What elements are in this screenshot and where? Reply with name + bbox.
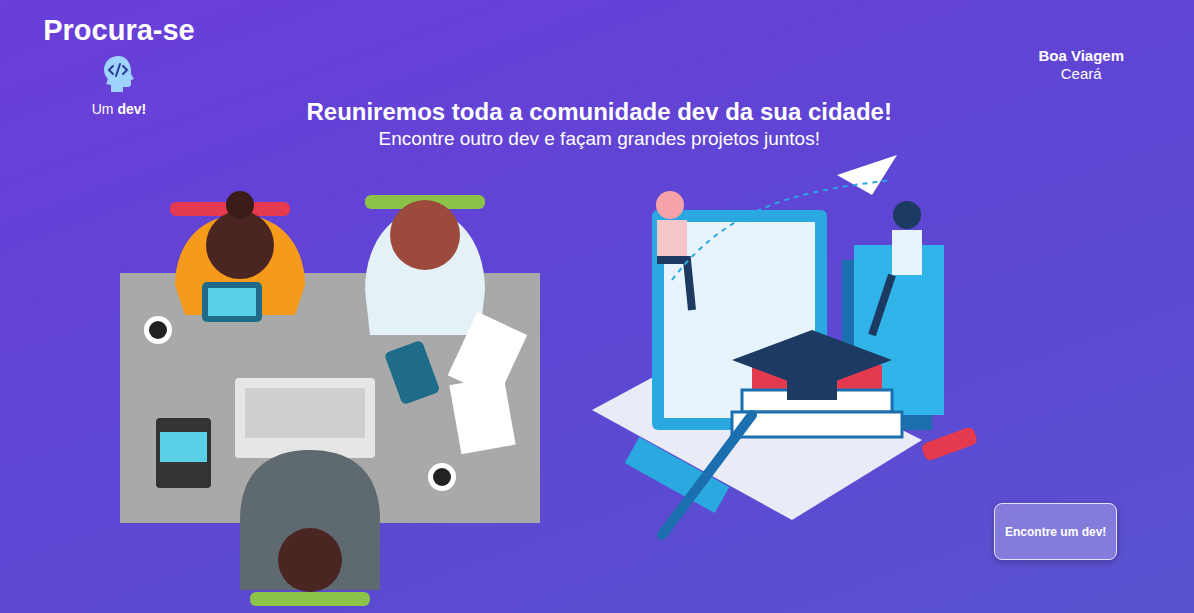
header: Procura-se Umdev! Reuniremos toda a comuni… — [0, 0, 1194, 150]
team-table-illustration — [120, 190, 540, 610]
tagline-prefix: Um — [92, 101, 114, 117]
tagline: Umdev! — [92, 101, 147, 117]
brand: Procura-se Umdev! — [38, 14, 200, 117]
location: Boa ViagemCeará — [1038, 14, 1124, 83]
study-illustration — [592, 150, 992, 550]
dev-head-icon — [98, 53, 140, 95]
subheadline: Encontre outro dev e façam grandes proje… — [200, 128, 998, 150]
brand-title: Procura-se — [43, 14, 195, 47]
find-dev-button[interactable]: Encontre um dev! — [994, 503, 1117, 560]
headline: Reuniremos toda a comunidade dev da sua … — [200, 98, 998, 126]
state: Ceará — [1038, 65, 1124, 83]
landing-page: Procura-se Umdev! Reuniremos toda a comuni… — [0, 0, 1194, 613]
city: Boa Viagem — [1038, 47, 1124, 65]
content: Encontre um dev! — [0, 150, 1194, 613]
tagline-bold: dev! — [117, 101, 146, 117]
hero: Reuniremos toda a comunidade dev da sua … — [200, 14, 1038, 150]
